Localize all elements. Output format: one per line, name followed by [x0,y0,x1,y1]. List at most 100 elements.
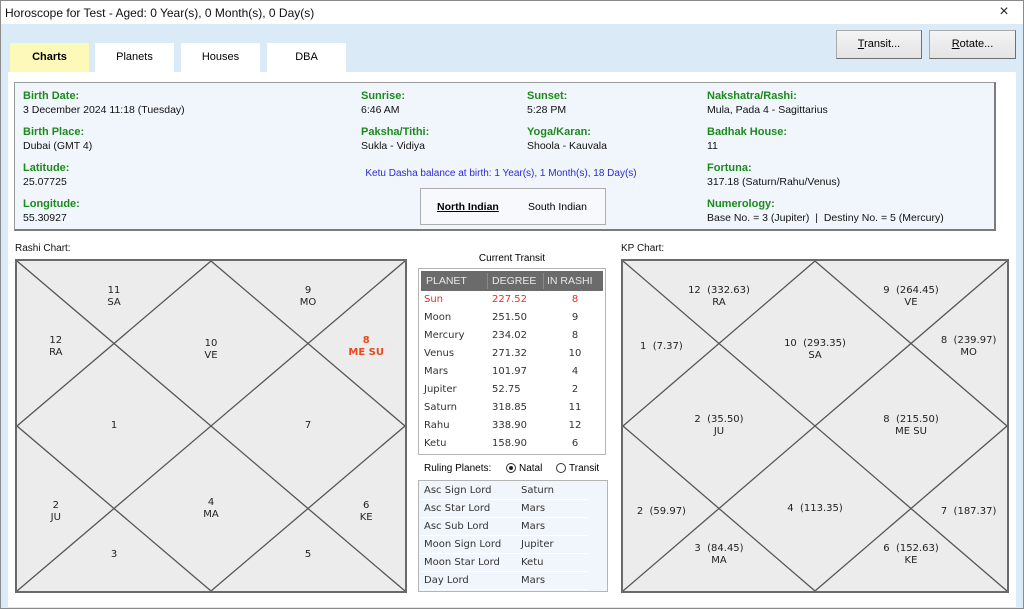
house-top-left[interactable]: 12 (332.63) RA [688,285,750,309]
birth-date-field: Birth Date: 3 December 2024 11:18 (Tuesd… [23,89,185,117]
house-left-center[interactable]: 2 (35.50) JU [694,414,743,438]
house-left-bottom[interactable]: 2 JU [51,500,61,524]
house-right-center[interactable]: 8 (215.50) ME SU [883,414,939,438]
tab-planets[interactable]: Planets [95,43,174,72]
transit-row[interactable]: Mars 101.97 4 [421,363,603,381]
transit-rashi: 12 [568,420,582,431]
rashi-chart: 10 VE 11 SA 9 MO 12 RA 1 2 JU 3 4 MA 5 6 KE 7 8 ME SU [15,259,407,593]
house-bottom-left[interactable]: 3 (84.45) MA [694,543,743,567]
sunset-value: 5:28 PM [527,104,567,116]
nakshatra-rashi-label: Nakshatra/Rashi: [707,90,797,102]
house-bottom-left[interactable]: 3 [111,549,117,561]
tab-dba[interactable]: DBA [267,43,346,72]
house-bottom[interactable]: 4 MA [203,497,218,521]
house-number: 6 (152.63) [883,542,939,554]
house-number: 4 (113.35) [787,502,843,514]
paksha-tithi-label: Paksha/Tithi: [361,126,430,138]
paksha-tithi-value: Sukla - Vidiya [361,140,426,152]
ruling-planets-table: Asc Sign Lord Saturn Asc Star Lord Mars Asc … [418,480,608,592]
close-icon[interactable]: × [995,3,1013,21]
house-top-left[interactable]: 11 SA [107,285,120,309]
transit-planet: Venus [424,348,455,359]
radio-unselected-icon [556,463,566,473]
house-right-bottom[interactable]: 6 KE [360,500,373,524]
rotate-button[interactable]: Rotate... [929,30,1016,59]
tab-charts[interactable]: Charts [10,43,89,73]
house-bottom-right[interactable]: 5 [305,549,311,561]
transit-row[interactable]: Rahu 338.90 12 [421,417,603,435]
ruling-name: Asc Star Lord [424,503,491,514]
house-planets: JU [50,511,61,523]
ruling-name: Moon Sign Lord [424,539,502,550]
col-planet: PLANET [426,275,467,287]
house-number: 2 (35.50) [694,414,744,425]
longitude-value: 55.30927 [23,212,67,224]
house-left-top[interactable]: 12 RA [49,335,62,359]
house-right-top[interactable]: 8 ME SU [348,335,384,359]
col-in-rashi: IN RASHI [547,275,593,287]
transit-degree: 251.50 [492,312,527,323]
house-number: 1 (7.37) [639,340,683,352]
transit-button[interactable]: Transit... [836,30,922,59]
house-right-top[interactable]: 8 (239.97) MO [941,335,997,359]
house-left-top[interactable]: 1 (7.37) [640,341,683,353]
latitude-field: Latitude: 25.07725 [23,161,69,189]
tab-houses[interactable]: Houses [181,43,260,72]
chart-lines [623,261,1007,591]
house-number: 3 [110,548,118,560]
transit-row[interactable]: Sun 227.52 8 [421,291,603,309]
house-bottom[interactable]: 4 (113.35) [787,503,843,515]
house-number: 1 [110,420,118,431]
house-number: 7 (187.37) [940,505,997,517]
badhak-house-value: 11 [707,140,718,152]
transit-row[interactable]: Jupiter 52.75 2 [421,381,603,399]
current-transit-title: Current Transit [478,253,546,264]
rotate-accel: R [951,38,960,50]
house-right-center[interactable]: 7 [305,420,311,432]
transit-degree: 158.90 [492,438,527,449]
house-number: 10 [204,338,218,350]
house-planets: KE [904,554,918,566]
house-left-center[interactable]: 1 [111,420,117,432]
house-number: 3 (84.45) [694,542,744,554]
house-number: 12 [49,334,63,346]
house-left-bottom[interactable]: 2 (59.97) [637,506,686,518]
ruling-name: Asc Sub Lord [424,521,489,532]
house-number: 10 (293.35) [784,338,846,350]
ruling-value: Jupiter [521,539,554,550]
house-planets: MO [960,346,977,358]
transit-row[interactable]: Ketu 158.90 6 [421,435,603,453]
yoga-karan-field: Yoga/Karan: Shoola - Kauvala [527,125,607,153]
house-top[interactable]: 10 (293.35) SA [784,338,846,362]
house-top[interactable]: 10 VE [204,338,217,362]
window-title: Horoscope for Test - Aged: 0 Year(s), 0 … [5,6,315,20]
numerology-value: Base No. = 3 (Jupiter) | Destiny No. = 5… [707,212,944,224]
house-bottom-right[interactable]: 6 (152.63) KE [883,543,939,567]
current-transit-table: PLANET DEGREE IN RASHI Sun 227.52 8 Moon 251… [418,268,606,455]
house-number: 4 [207,496,215,508]
ruling-name: Asc Sign Lord [424,485,492,496]
transit-row[interactable]: Moon 251.50 9 [421,309,603,327]
transit-radio[interactable]: Transit [556,463,599,474]
house-top-right[interactable]: 9 MO [300,285,317,309]
transit-row[interactable]: Venus 271.32 10 [421,345,603,363]
north-indian-option[interactable]: North Indian [437,201,499,213]
transit-planet: Mercury [424,330,465,341]
ruling-row: Asc Sign Lord Saturn [421,482,587,500]
yoga-karan-label: Yoga/Karan: [527,126,591,138]
transit-row[interactable]: Saturn 318.85 11 [421,399,603,417]
house-planets: RA [712,297,726,309]
transit-rashi: 10 [568,348,582,359]
kp-chart-label: KP Chart: [621,243,665,254]
chart-style-toggle: North Indian South Indian [420,188,606,225]
rotate-label-rest: otate... [959,38,994,50]
house-right-bottom[interactable]: 7 (187.37) [941,506,997,518]
transit-table-header: PLANET DEGREE IN RASHI [421,271,603,291]
house-top-right[interactable]: 9 (264.45) VE [883,285,939,309]
south-indian-option[interactable]: South Indian [528,201,587,213]
house-planets: VE [204,350,218,362]
ruling-value: Ketu [521,557,544,568]
birth-place-value: Dubai (GMT 4) [23,140,93,152]
transit-row[interactable]: Mercury 234.02 8 [421,327,603,345]
natal-radio[interactable]: Natal [506,463,542,474]
